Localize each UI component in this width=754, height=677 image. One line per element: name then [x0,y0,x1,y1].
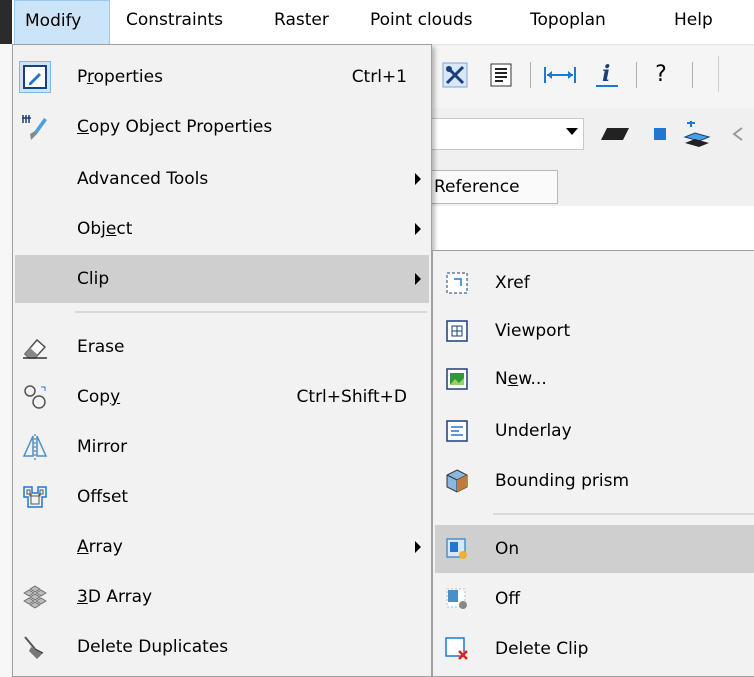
clip-off-icon [441,583,473,615]
image-clip-icon [441,363,473,395]
submenu-item-bounding-prism[interactable]: Bounding prism [435,457,754,505]
shortcut-label: Ctrl+1 [351,67,407,87]
toolbar-separator [636,62,637,88]
modify-menu: Properties Ctrl+1 Copy Object Properties… [12,44,432,677]
menu-item-properties[interactable]: Properties Ctrl+1 [15,53,429,101]
submenu-item-label: Off [495,589,521,609]
submenu-item-new[interactable]: New... [435,355,754,403]
tab-reference[interactable]: Reference [432,170,558,204]
delete-clip-icon [441,633,473,665]
svg-text:i: i [602,61,610,87]
submenu-item-label: Underlay [495,421,572,441]
panel-area [432,206,754,250]
menu-item-label: Erase [77,337,125,357]
mirror-icon [19,431,51,463]
submenu-item-xref[interactable]: Xref [435,259,754,307]
submenu-item-on[interactable]: On [435,525,754,573]
menu-item-label: Delete Duplicates [77,637,229,657]
toolbar-grip [718,56,719,92]
menu-item-mirror[interactable]: Mirror [15,423,429,471]
dimension-icon[interactable] [542,60,578,90]
menu-item-3d-array[interactable]: 3D Array [15,573,429,621]
window-edge [0,0,12,44]
toolbar-separator [692,62,693,88]
submenu-item-label: Bounding prism [495,471,630,491]
tools-icon[interactable] [440,60,470,90]
parallelogram-icon[interactable] [598,122,632,146]
offset-icon [19,481,51,513]
menubar-point-clouds[interactable]: Point clouds [360,0,483,44]
menubar-modify[interactable]: Modify [14,0,110,44]
delete-duplicates-icon [19,631,51,663]
menu-separator [75,311,427,313]
clip-on-icon [441,533,473,565]
menu-bar: Modify Constraints Raster Point clouds T… [0,0,754,45]
match-properties-brush-icon [19,111,51,143]
blue-square-icon[interactable] [650,124,670,144]
menu-item-label: Copy Object Properties [77,117,273,137]
layer-stack-icon[interactable] [680,118,712,152]
submenu-arrow-icon [415,173,421,185]
submenu-item-label: Delete Clip [495,639,589,659]
submenu-item-underlay[interactable]: Underlay [435,407,754,455]
submenu-item-viewport[interactable]: Viewport [435,307,754,355]
menubar-help[interactable]: Help [664,0,723,44]
menubar-constraints[interactable]: Constraints [116,0,233,44]
submenu-arrow-icon [415,223,421,235]
menu-item-object[interactable]: Object [15,205,429,253]
menubar-topoplan[interactable]: Topoplan [520,0,616,44]
viewport-clip-icon [441,315,473,347]
menu-item-label: 3D Array [77,587,153,607]
submenu-arrow-icon [415,273,421,285]
menu-item-advanced-tools[interactable]: Advanced Tools [15,155,429,203]
submenu-item-label: Xref [495,273,530,293]
layer-combo[interactable] [432,118,584,150]
properties-icon [19,61,51,93]
menu-item-label: Copy [77,387,121,407]
menu-item-copy-object-properties[interactable]: Copy Object Properties [15,103,429,151]
menu-item-label: Array [77,537,123,557]
menu-item-erase[interactable]: Erase [15,323,429,371]
menu-item-label: Clip [77,269,110,289]
arrow-left-icon[interactable] [726,122,750,146]
top-toolbar: i ? [432,46,754,109]
menubar-raster[interactable]: Raster [264,0,339,44]
menu-item-copy[interactable]: Copy Ctrl+Shift+D [15,373,429,421]
3d-array-icon [19,581,51,613]
underlay-clip-icon [441,415,473,447]
eraser-icon [19,331,51,363]
xref-clip-icon [441,267,473,299]
clip-submenu: Xref Viewport New... Underlay Bounding p… [432,250,754,677]
chevron-down-icon[interactable] [566,128,578,135]
submenu-separator [493,513,754,515]
menu-item-clip[interactable]: Clip [15,255,429,303]
submenu-item-off[interactable]: Off [435,575,754,623]
menu-item-delete-duplicates[interactable]: Delete Duplicates [15,623,429,671]
menu-item-label: Object [77,219,133,239]
submenu-item-label: New... [495,369,547,389]
menu-item-label: Properties [77,67,163,87]
info-icon[interactable]: i [592,58,622,90]
list-icon[interactable] [486,60,516,90]
menu-item-array[interactable]: Array [15,523,429,571]
menu-item-offset[interactable]: Offset [15,473,429,521]
help-icon[interactable]: ? [646,58,676,90]
properties-toolbar [432,108,754,163]
menu-item-label: Offset [77,487,129,507]
menu-item-label: Mirror [77,437,128,457]
submenu-item-delete-clip[interactable]: Delete Clip [435,625,754,673]
submenu-arrow-icon [415,541,421,553]
copy-circles-icon [19,381,51,413]
app-left-edge [0,44,12,677]
toolbar-separator [530,62,531,88]
shortcut-label: Ctrl+Shift+D [296,387,407,407]
menu-item-label: Advanced Tools [77,169,209,189]
bounding-prism-icon [441,465,473,497]
submenu-item-label: Viewport [495,321,571,341]
submenu-item-label: On [495,539,520,559]
